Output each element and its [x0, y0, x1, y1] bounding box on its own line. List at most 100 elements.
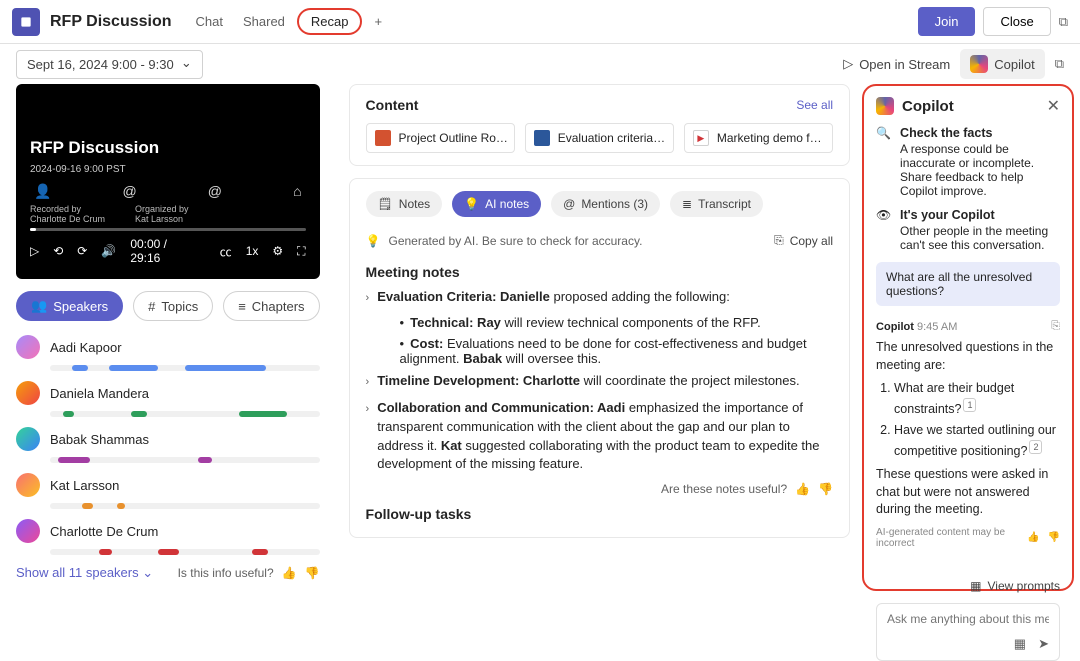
tab-shared[interactable]: Shared — [235, 8, 293, 35]
ai-notes-tab[interactable]: 💡 AI notes — [452, 191, 541, 217]
file-name: Marketing demo f… — [717, 131, 822, 145]
file-item[interactable]: ▶ Marketing demo f… — [684, 123, 833, 153]
topics-label: Topics — [161, 299, 198, 314]
settings-icon[interactable]: ⚙ — [272, 244, 283, 258]
speaker-row[interactable]: Kat Larsson — [16, 473, 320, 497]
copy-all-button[interactable]: ⎘Copy all — [774, 233, 833, 248]
notes-tab[interactable]: 🗒Notes — [366, 191, 443, 217]
speaker-timeline[interactable] — [50, 411, 320, 417]
mention-icon: @ — [563, 197, 575, 211]
popout-icon[interactable]: ⧉ — [1055, 56, 1064, 72]
grid-icon[interactable]: ▦ — [1014, 636, 1026, 652]
close-icon[interactable]: ✕ — [1047, 96, 1060, 116]
speaker-name: Babak Shammas — [50, 432, 149, 447]
chevron-right-icon[interactable]: › — [366, 375, 370, 391]
thumbs-down-icon[interactable]: 👎 — [818, 482, 833, 496]
chevron-down-icon: ⌄ — [142, 565, 153, 580]
info-title: It's your Copilot — [900, 208, 1060, 222]
date-dropdown[interactable]: Sept 16, 2024 9:00 - 9:30 — [16, 50, 203, 79]
speaker-name: Kat Larsson — [50, 478, 119, 493]
open-in-stream-link[interactable]: ▷ Open in Stream — [843, 56, 950, 72]
user-prompt: What are all the unresolved questions? — [876, 262, 1060, 306]
copy-icon: ⎘ — [774, 233, 784, 248]
reference-badge[interactable]: 1 — [963, 398, 976, 413]
content-heading: Content — [366, 97, 419, 113]
forward-icon[interactable]: ⟳ — [77, 244, 87, 258]
copilot-toggle-button[interactable]: Copilot — [960, 49, 1044, 79]
volume-icon[interactable]: 🔊 — [101, 244, 116, 258]
people-icon: 👥 — [31, 298, 47, 314]
tab-chat[interactable]: Chat — [188, 8, 231, 35]
meeting-notes-heading: Meeting notes — [366, 264, 834, 280]
chapters-chip[interactable]: ≡Chapters — [223, 291, 319, 321]
transcript-tab[interactable]: ≣Transcript — [670, 191, 763, 217]
stream-icon: ▷ — [843, 56, 853, 72]
copilot-input[interactable]: ▦➤ — [876, 603, 1060, 661]
followup-heading: Follow-up tasks — [366, 506, 834, 522]
open-stream-label: Open in Stream — [859, 57, 950, 72]
speaker-row[interactable]: Charlotte De Crum — [16, 519, 320, 543]
video-progress[interactable] — [30, 228, 306, 231]
mentions-tab[interactable]: @Mentions (3) — [551, 191, 660, 217]
close-button[interactable]: Close — [983, 7, 1050, 36]
copilot-toggle-label: Copilot — [994, 57, 1034, 72]
see-all-link[interactable]: See all — [796, 98, 833, 112]
file-item[interactable]: Evaluation criteria… — [525, 123, 674, 153]
play-icon[interactable]: ▷ — [30, 244, 39, 258]
speaker-timeline[interactable] — [50, 549, 320, 555]
ai-notes-label: AI notes — [485, 197, 529, 211]
ai-disclaimer: AI-generated content may be incorrect — [876, 527, 1027, 549]
video-player[interactable]: RFP Discussion 2024-09-16 9:00 PST 👤 @ @… — [16, 84, 320, 279]
file-item[interactable]: Project Outline Ro… — [366, 123, 515, 153]
note-bold: : Aadi — [590, 400, 626, 415]
thumbs-up-icon[interactable]: 👍 — [1027, 532, 1039, 543]
mention-icon: @ — [123, 183, 137, 200]
video-icon: ▶ — [693, 130, 709, 146]
people-icon: ⌂ — [293, 183, 301, 200]
speaker-timeline[interactable] — [50, 503, 320, 509]
speaker-row[interactable]: Daniela Mandera — [16, 381, 320, 405]
topics-chip[interactable]: #Topics — [133, 291, 213, 321]
content-card: Content See all Project Outline Ro… Evalu… — [349, 84, 851, 166]
recorded-by: Charlotte De Crum — [30, 214, 105, 224]
rewind-icon[interactable]: ⟲ — [53, 244, 63, 258]
thumbs-down-icon[interactable]: 👎 — [1048, 532, 1060, 543]
word-icon — [534, 130, 550, 146]
captions-icon[interactable]: ㏄ — [220, 243, 232, 260]
reference-badge[interactable]: 2 — [1029, 440, 1042, 455]
note-bold: Cost: — [410, 336, 443, 351]
speed-label[interactable]: 1x — [246, 244, 259, 258]
tab-recap[interactable]: Recap — [297, 8, 363, 35]
speaker-timeline[interactable] — [50, 457, 320, 463]
speaker-name: Charlotte De Crum — [50, 524, 158, 539]
show-all-speakers-link[interactable]: Show all 11 speakers ⌄ — [16, 565, 153, 581]
response-intro: The unresolved questions in the meeting … — [876, 339, 1060, 374]
eye-icon: 👁 — [876, 208, 892, 252]
speaker-row[interactable]: Babak Shammas — [16, 427, 320, 451]
thumbs-down-icon[interactable]: 👎 — [305, 566, 320, 580]
note-text: proposed adding the following: — [550, 289, 730, 304]
note-text: will review technical components of the … — [501, 315, 761, 330]
chevron-right-icon[interactable]: › — [366, 402, 370, 474]
join-button[interactable]: Join — [918, 7, 976, 36]
thumbs-up-icon[interactable]: 👍 — [282, 566, 297, 580]
send-icon[interactable]: ➤ — [1038, 636, 1049, 652]
add-tab-button[interactable]: + — [366, 8, 390, 35]
notes-card: 🗒Notes 💡 AI notes @Mentions (3) ≣Transcri… — [349, 178, 851, 538]
notes-feedback-label: Are these notes useful? — [661, 482, 787, 496]
lightbulb-icon: 💡 — [366, 234, 381, 248]
copilot-input-field[interactable] — [887, 612, 1049, 626]
speaker-timeline[interactable] — [50, 365, 320, 371]
thumbs-up-icon[interactable]: 👍 — [795, 482, 810, 496]
copilot-icon — [970, 55, 988, 73]
lightbulb-icon: 💡 — [464, 197, 479, 211]
speaker-name: Daniela Mandera — [50, 386, 149, 401]
popout-icon[interactable]: ⧉ — [1059, 14, 1068, 30]
chevron-right-icon[interactable]: › — [366, 291, 370, 307]
response-author: Copilot — [876, 321, 914, 333]
speaker-row[interactable]: Aadi Kapoor — [16, 335, 320, 359]
copy-icon[interactable]: ⎘ — [1051, 320, 1060, 333]
fullscreen-icon[interactable]: ⛶ — [297, 244, 305, 259]
speakers-chip[interactable]: 👥Speakers — [16, 291, 123, 321]
note-text: will coordinate the project milestones. — [580, 373, 800, 388]
